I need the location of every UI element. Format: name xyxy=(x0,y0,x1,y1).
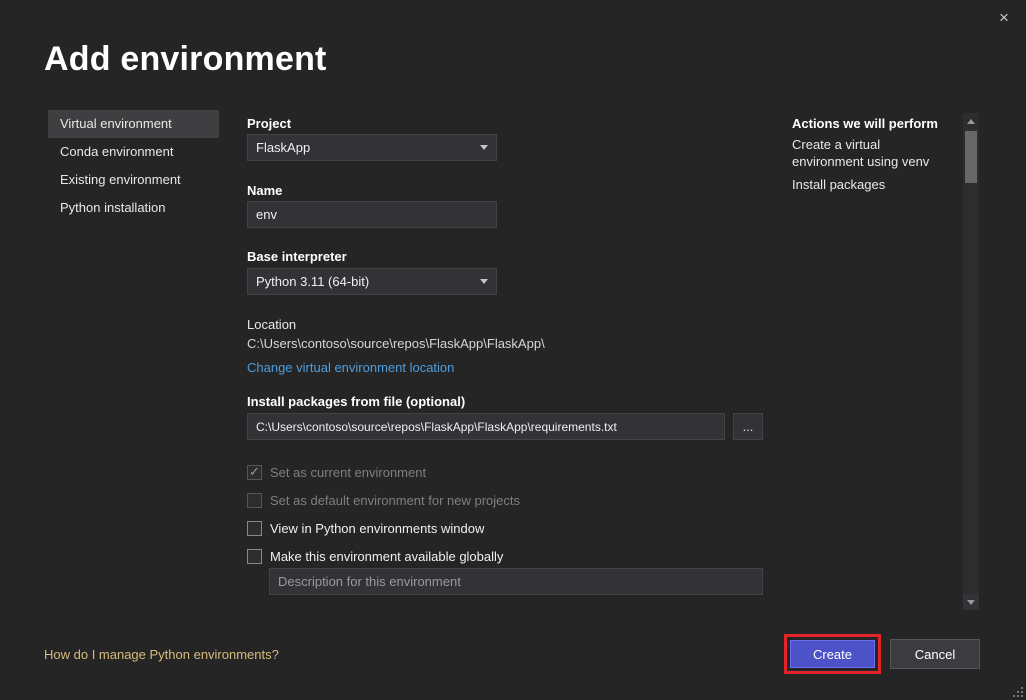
scroll-up-icon[interactable] xyxy=(963,113,979,129)
checkbox-checked-icon xyxy=(247,465,262,480)
actions-panel-item: Create a virtual environment using venv xyxy=(792,136,952,170)
create-button-highlight-annotation: Create xyxy=(784,634,881,674)
checkbox-view-in-environments-window[interactable]: View in Python environments window xyxy=(247,519,484,537)
close-icon[interactable]: × xyxy=(992,6,1016,30)
checkbox-label: View in Python environments window xyxy=(270,521,484,536)
project-dropdown[interactable]: FlaskApp xyxy=(247,134,497,161)
checkbox-label: Make this environment available globally xyxy=(270,549,503,564)
create-button[interactable]: Create xyxy=(790,640,875,668)
base-interpreter-label: Base interpreter xyxy=(247,249,347,264)
actions-panel-title: Actions we will perform xyxy=(792,116,938,131)
browse-button[interactable]: ... xyxy=(733,413,763,440)
checkbox-set-current-environment[interactable]: Set as current environment xyxy=(247,463,426,481)
sidebar-item-python-installation[interactable]: Python installation xyxy=(48,194,219,222)
checkbox-set-default-environment[interactable]: Set as default environment for new proje… xyxy=(247,491,520,509)
checkbox-unchecked-icon xyxy=(247,493,262,508)
checkbox-make-available-globally[interactable]: Make this environment available globally xyxy=(247,547,503,565)
description-input[interactable] xyxy=(269,568,763,595)
requirements-file-input[interactable] xyxy=(247,413,725,440)
sidebar-item-existing-environment[interactable]: Existing environment xyxy=(48,166,219,194)
name-input[interactable] xyxy=(247,201,497,228)
scroll-down-icon[interactable] xyxy=(963,594,979,610)
checkbox-label: Set as current environment xyxy=(270,465,426,480)
cancel-button[interactable]: Cancel xyxy=(890,639,980,669)
vertical-scrollbar[interactable] xyxy=(963,113,979,610)
checkbox-unchecked-icon xyxy=(247,549,262,564)
chevron-down-icon xyxy=(480,279,488,284)
install-packages-label: Install packages from file (optional) xyxy=(247,394,465,409)
checkbox-unchecked-icon xyxy=(247,521,262,536)
base-interpreter-dropdown[interactable]: Python 3.11 (64-bit) xyxy=(247,268,497,295)
project-dropdown-value: FlaskApp xyxy=(256,140,310,155)
actions-panel-item: Install packages xyxy=(792,176,952,193)
base-interpreter-dropdown-value: Python 3.11 (64-bit) xyxy=(256,274,369,289)
manage-environments-help-link[interactable]: How do I manage Python environments? xyxy=(44,647,279,662)
add-environment-dialog: × Add environment Virtual environment Co… xyxy=(0,0,1026,700)
checkbox-label: Set as default environment for new proje… xyxy=(270,493,520,508)
project-label: Project xyxy=(247,116,291,131)
location-label: Location xyxy=(247,317,296,332)
environment-type-list: Virtual environment Conda environment Ex… xyxy=(48,110,219,222)
sidebar-item-conda-environment[interactable]: Conda environment xyxy=(48,138,219,166)
scrollbar-thumb[interactable] xyxy=(965,131,977,183)
location-path: C:\Users\contoso\source\repos\FlaskApp\F… xyxy=(247,336,545,351)
name-label: Name xyxy=(247,183,282,198)
chevron-down-icon xyxy=(480,145,488,150)
page-title: Add environment xyxy=(44,40,327,79)
change-location-link[interactable]: Change virtual environment location xyxy=(247,360,454,375)
sidebar-item-virtual-environment[interactable]: Virtual environment xyxy=(48,110,219,138)
resize-grip-icon[interactable] xyxy=(1011,685,1023,697)
